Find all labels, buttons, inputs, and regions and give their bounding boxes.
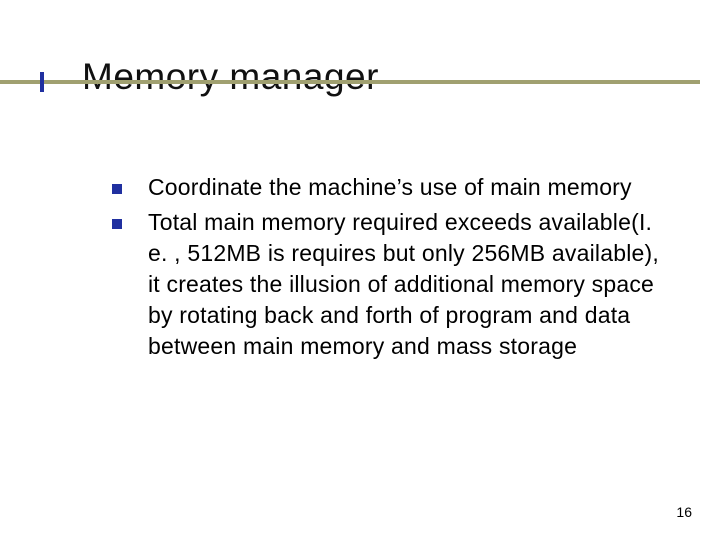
page-number: 16	[676, 504, 692, 520]
list-item: Total main memory required exceeds avail…	[112, 207, 670, 362]
slide-title: Memory manager	[82, 56, 379, 98]
bullet-text: Total main memory required exceeds avail…	[148, 207, 670, 362]
title-tick-icon	[40, 72, 44, 92]
bullet-text: Coordinate the machine’s use of main mem…	[148, 172, 632, 203]
square-bullet-icon	[112, 184, 122, 194]
square-bullet-icon	[112, 219, 122, 229]
slide-title-wrap: Memory manager	[0, 80, 700, 84]
title-underline	[0, 80, 700, 84]
slide-body: Coordinate the machine’s use of main mem…	[112, 172, 670, 366]
list-item: Coordinate the machine’s use of main mem…	[112, 172, 670, 203]
